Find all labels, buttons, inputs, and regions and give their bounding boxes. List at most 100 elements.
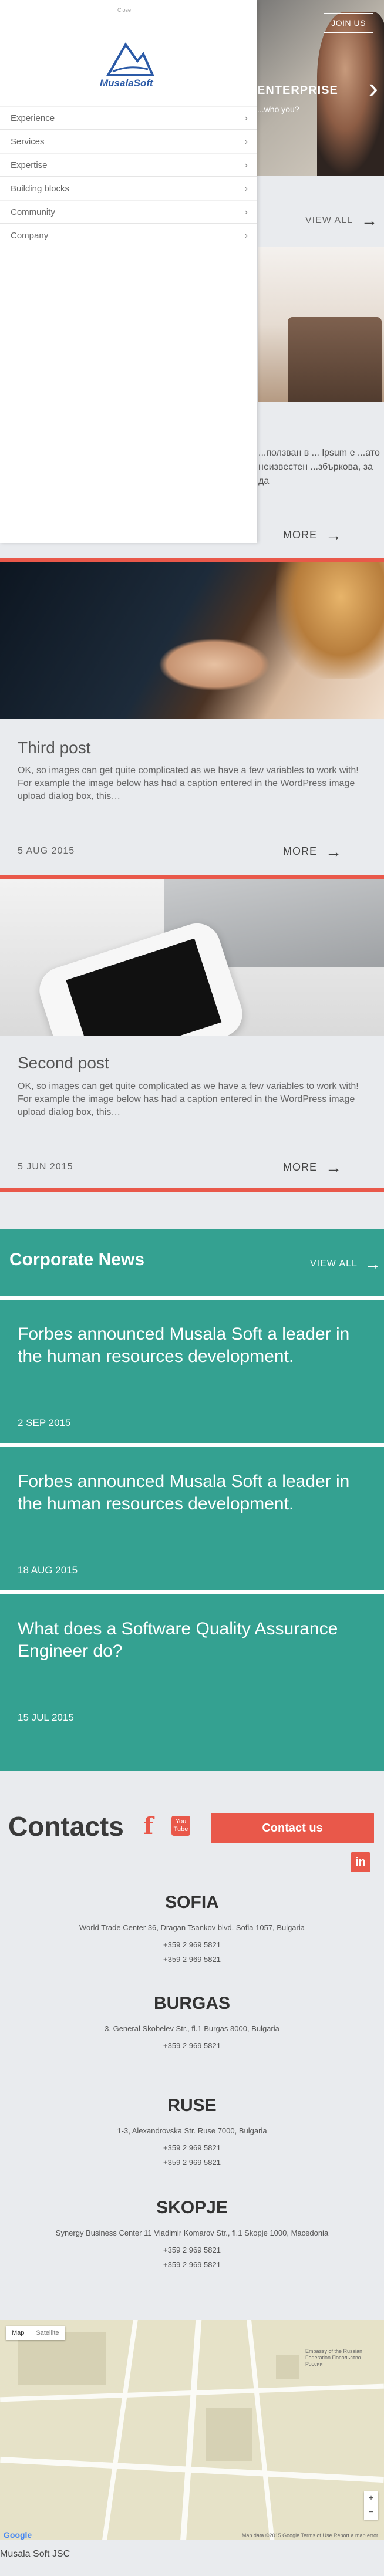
contact-us-button[interactable]: Contact us (211, 1813, 374, 1843)
zoom-out-button[interactable]: − (364, 2506, 378, 2520)
menu-item-label: Experience (11, 113, 55, 123)
post-title[interactable]: Second post (18, 1054, 109, 1073)
linkedin-icon[interactable]: in (351, 1852, 370, 1872)
map-type-tabs: Map Satellite (6, 2326, 65, 2340)
view-all-link[interactable]: VIEW ALL → (305, 211, 378, 230)
map-footer: Google Map data ©2015 Google Terms of Us… (0, 2530, 384, 2540)
office-city: SKOPJE (156, 2198, 228, 2217)
chevron-right-icon: › (244, 137, 248, 147)
more-link[interactable]: MORE → (283, 1158, 342, 1177)
map[interactable]: Map Satellite Embassy of the Russian Fed… (0, 2320, 384, 2540)
office-phone[interactable]: +359 2 969 5821 (0, 2260, 384, 2269)
post-excerpt: OK, so images can get quite complicated … (18, 766, 359, 801)
office-address: 3, General Skobelev Str., fl.1 Burgas 80… (105, 2024, 279, 2033)
menu-item-building-blocks[interactable]: Building blocks › (0, 177, 257, 200)
office-city: SOFIA (165, 1893, 219, 1912)
menu-item-community[interactable]: Community › (0, 200, 257, 224)
google-logo: Google (4, 2530, 32, 2540)
chevron-right-icon: › (244, 184, 248, 194)
arrow-right-icon: → (325, 842, 342, 861)
office-ruse: RUSE 1-3, Alexandrovska Str. Ruse 7000, … (0, 2096, 384, 2173)
more-link[interactable]: MORE → (283, 842, 342, 861)
news-card[interactable]: Forbes announced Musala Soft a leader in… (0, 1296, 384, 1439)
post-title[interactable]: Third post (18, 739, 91, 757)
menu-item-company[interactable]: Company › (0, 224, 257, 247)
copyright: Musala Soft JSC (0, 2549, 70, 2559)
chevron-right-icon: › (244, 231, 248, 241)
office-phone[interactable]: +359 2 969 5821 (0, 2158, 384, 2167)
office-phone[interactable]: +359 2 969 5821 (0, 2143, 384, 2152)
news-title: What does a Software Quality Assurance E… (18, 1619, 338, 1661)
map-label: Embassy of the Russian Federation Посоль… (305, 2348, 363, 2367)
news-title: Forbes announced Musala Soft a leader in… (18, 1472, 350, 1513)
more-link[interactable]: MORE → (283, 526, 342, 545)
chevron-right-icon: › (244, 207, 248, 217)
more-label: MORE (283, 845, 317, 857)
office-sofia: SOFIA World Trade Center 36, Dragan Tsan… (0, 1893, 384, 1970)
zoom-in-button[interactable]: + (364, 2491, 378, 2506)
view-all-label: VIEW ALL (305, 215, 353, 226)
hero-title: ENTERPRISE (257, 84, 338, 97)
office-city: RUSE (167, 2096, 217, 2115)
office-phone[interactable]: +359 2 969 5821 (0, 2041, 384, 2050)
post-image-writing[interactable] (0, 562, 384, 719)
drawer-menu: Experience › Services › Expertise › Buildin… (0, 106, 257, 247)
arrow-right-icon: → (364, 1255, 382, 1273)
arrow-right-icon: → (325, 1158, 342, 1176)
divider (0, 875, 384, 879)
chevron-right-icon: › (244, 160, 248, 170)
menu-item-experience[interactable]: Experience › (0, 106, 257, 130)
news-date: 15 JUL 2015 (18, 1712, 74, 1723)
logo-text: MusalaSoft (100, 77, 153, 89)
zoom-control: + − (364, 2491, 378, 2520)
divider (0, 558, 384, 562)
menu-item-label: Services (11, 137, 45, 147)
footer: Musala Soft JSC (0, 2540, 384, 2576)
satellite-tab[interactable]: Satellite (30, 2326, 65, 2340)
news-view-all-link[interactable]: VIEW ALL → (310, 1255, 382, 1273)
news-date: 2 SEP 2015 (18, 1417, 71, 1428)
post-image-phone[interactable] (0, 879, 384, 1036)
arrow-right-icon: → (325, 526, 342, 544)
more-label: MORE (283, 1161, 317, 1173)
post-excerpt: ...ползван в ... lpsum е ...ато неизвест… (258, 448, 380, 486)
more-label: MORE (283, 528, 317, 541)
news-card[interactable]: What does a Software Quality Assurance E… (0, 1590, 384, 1734)
post-excerpt: OK, so images can get quite complicated … (18, 1081, 359, 1117)
menu-item-services[interactable]: Services › (0, 130, 257, 153)
post-date: 5 AUG 2015 (18, 846, 75, 856)
news-date: 18 AUG 2015 (18, 1565, 78, 1576)
map-attribution[interactable]: Map data ©2015 Google Terms of Use Repor… (242, 2533, 378, 2538)
navigation-drawer: Close MusalaSoft Experience › Services › E… (0, 0, 257, 543)
chevron-right-icon: › (244, 113, 248, 123)
map-tab[interactable]: Map (6, 2326, 30, 2340)
office-phone[interactable]: +359 2 969 5821 (0, 1940, 384, 1949)
post-date: 5 JUN 2015 (18, 1162, 73, 1172)
join-us-button[interactable]: JOIN US (324, 13, 373, 33)
arrow-right-icon: → (361, 211, 378, 230)
menu-item-label: Community (11, 207, 55, 217)
news-heading: Corporate News (9, 1250, 145, 1269)
menu-item-label: Expertise (11, 160, 48, 170)
view-all-label: VIEW ALL (310, 1259, 358, 1269)
office-address: 1-3, Alexandrovska Str. Ruse 7000, Bulga… (117, 2126, 267, 2135)
post-image-office (258, 247, 384, 402)
menu-item-label: Building blocks (11, 184, 70, 194)
news-card[interactable]: Forbes announced Musala Soft a leader in… (0, 1443, 384, 1586)
office-skopje: SKOPJE Synergy Business Center 11 Vladim… (0, 2198, 384, 2275)
office-phone[interactable]: +359 2 969 5821 (0, 1955, 384, 1964)
office-phone[interactable]: +359 2 969 5821 (0, 2245, 384, 2254)
office-address: Synergy Business Center 11 Vladimir Koma… (55, 2228, 329, 2237)
contacts-title: Contacts (8, 1811, 124, 1842)
news-title: Forbes announced Musala Soft a leader in… (18, 1324, 350, 1366)
office-address: World Trade Center 36, Dragan Tsankov bl… (79, 1923, 305, 1932)
youtube-icon[interactable]: You Tube (171, 1816, 190, 1836)
hero-next-arrow-icon[interactable]: › (368, 73, 378, 103)
facebook-icon[interactable]: f (143, 1812, 153, 1840)
hero-subtitle: ...who you? (257, 104, 299, 114)
office-burgas: BURGAS 3, General Skobelev Str., fl.1 Bu… (0, 1994, 384, 2056)
menu-item-expertise[interactable]: Expertise › (0, 153, 257, 177)
menu-item-label: Company (11, 231, 49, 241)
office-city: BURGAS (153, 1994, 230, 2013)
close-drawer-button[interactable]: Close (117, 7, 131, 13)
